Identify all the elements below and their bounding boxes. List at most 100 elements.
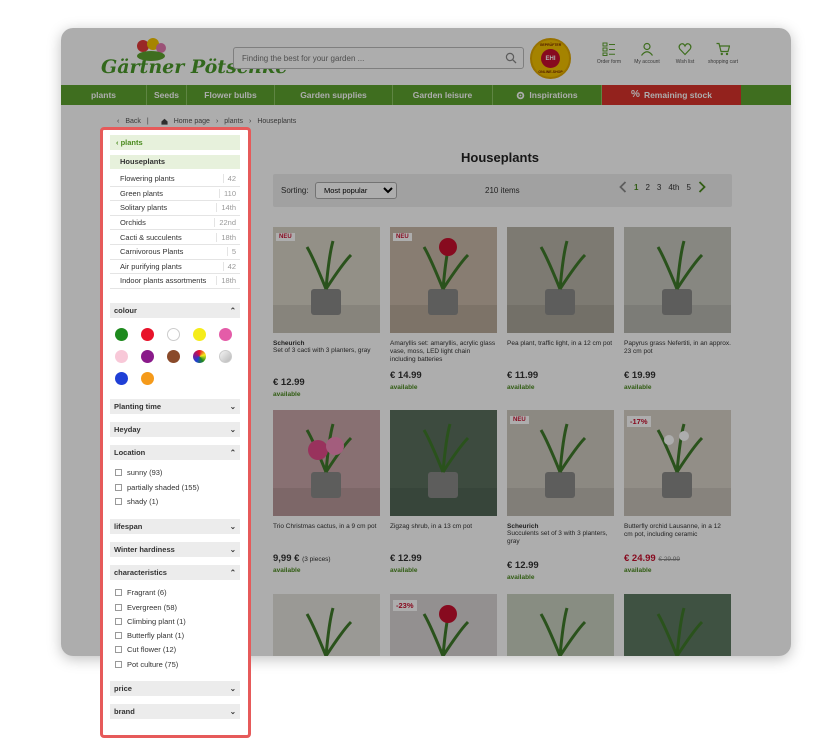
product-description[interactable]: Succulents set of 3 with 3 planters, gra… [507, 530, 614, 554]
product-card[interactable]: -17% Butterfly orchid Lausanne, in a 12 c… [624, 410, 731, 574]
filter-colour-header[interactable]: colour ⌃ [110, 302, 240, 318]
product-image[interactable] [507, 594, 614, 656]
category-item[interactable]: Cacti & succulents 18th [110, 230, 240, 245]
product-image[interactable]: NEU [390, 227, 497, 333]
category-parent-link[interactable]: ‹ plants [110, 135, 240, 150]
product-image[interactable] [273, 410, 380, 516]
checkbox[interactable] [115, 589, 122, 597]
nav-garden-supplies[interactable]: Garden supplies [275, 85, 393, 105]
filter-winter-hardiness-header[interactable]: Winter hardiness ⌄ [110, 541, 240, 557]
product-card[interactable] [624, 594, 731, 656]
product-description[interactable]: Zigzag shrub, in a 13 cm pot [390, 523, 497, 547]
nav-garden-leisure[interactable]: Garden leisure [393, 85, 493, 105]
filter-checkbox[interactable]: Pot culture (75) [110, 657, 240, 671]
colour-swatch[interactable] [193, 327, 206, 341]
colour-swatch[interactable] [141, 371, 154, 385]
product-image[interactable]: NEU [273, 227, 380, 333]
checkbox[interactable] [115, 632, 122, 640]
checkbox[interactable] [115, 469, 122, 477]
colour-swatch[interactable] [141, 349, 154, 363]
page-4[interactable]: 4th [668, 183, 679, 192]
wish-list-link[interactable]: Wish list [665, 42, 705, 65]
checkbox[interactable] [115, 603, 122, 611]
nav-plants[interactable]: plants [61, 85, 147, 105]
filter-lifespan-header[interactable]: lifespan ⌄ [110, 518, 240, 534]
category-item[interactable]: Indoor plants assortments 18th [110, 274, 240, 289]
nav-remaining-stock[interactable]: % Remaining stock [602, 85, 741, 105]
product-card[interactable]: NEU Scheurich Succulents set of 3 with 3 p… [507, 410, 614, 581]
home-link[interactable]: Home page [174, 118, 210, 125]
colour-swatch[interactable] [115, 327, 128, 341]
filter-checkbox[interactable]: shady (1) [110, 494, 240, 508]
category-selected[interactable]: Houseplants [110, 155, 240, 169]
filter-heyday-header[interactable]: Heyday ⌄ [110, 421, 240, 437]
colour-swatch[interactable] [115, 371, 128, 385]
checkbox[interactable] [115, 660, 122, 668]
category-item[interactable]: Flowering plants 42 [110, 172, 240, 187]
product-description[interactable]: Butterfly orchid Lausanne, in a 12 cm po… [624, 523, 731, 547]
filter-planting-time-header[interactable]: Planting time ⌄ [110, 398, 240, 414]
product-image[interactable] [624, 594, 731, 656]
filter-checkbox[interactable]: Butterfly plant (1) [110, 629, 240, 643]
page-2[interactable]: 2 [645, 183, 649, 192]
product-description[interactable]: Papyrus grass Nefertiti, in an approx. 2… [624, 340, 731, 364]
colour-swatch[interactable] [167, 327, 180, 341]
colour-swatch[interactable] [219, 349, 232, 363]
search-icon[interactable] [505, 52, 517, 64]
prev-page-icon[interactable] [619, 181, 627, 193]
plants-link[interactable]: plants [224, 118, 243, 125]
logo[interactable]: Gärtner Pötschke [101, 36, 287, 80]
category-item[interactable]: Orchids 22nd [110, 216, 240, 231]
nav-seeds[interactable]: Seeds [147, 85, 187, 105]
filter-checkbox[interactable]: sunny (93) [110, 466, 240, 480]
filter-brand-header[interactable]: brand ⌄ [110, 704, 240, 720]
product-description[interactable]: Pea plant, traffic light, in a 12 cm pot [507, 340, 614, 364]
product-image[interactable] [273, 594, 380, 656]
product-card[interactable]: NEU Amaryllis set: amaryllis, acrylic gla… [390, 227, 497, 391]
filter-checkbox[interactable]: Fragrant (6) [110, 586, 240, 600]
colour-swatch[interactable] [193, 349, 206, 363]
sort-select[interactable]: Most popular [315, 182, 397, 199]
colour-swatch[interactable] [115, 349, 128, 363]
shopping-cart-link[interactable]: shopping cart [703, 42, 743, 65]
filter-checkbox[interactable]: Evergreen (58) [110, 600, 240, 614]
nav-inspirations[interactable]: Inspirations [493, 85, 602, 105]
order-form-link[interactable]: Order form [589, 42, 629, 65]
product-description[interactable]: Set of 3 cacti with 3 planters, gray [273, 347, 380, 371]
product-card[interactable]: Papyrus grass Nefertiti, in an approx. 2… [624, 227, 731, 391]
product-card[interactable]: -23% [390, 594, 497, 656]
category-item[interactable]: Solitary plants 14th [110, 201, 240, 216]
product-card[interactable]: Pea plant, traffic light, in a 12 cm pot… [507, 227, 614, 391]
product-card[interactable]: Zigzag shrub, in a 13 cm pot € 12.99 avail… [390, 410, 497, 574]
product-image[interactable]: -23% [390, 594, 497, 656]
product-card[interactable]: NEU Scheurich Set of 3 cacti with 3 plante… [273, 227, 380, 398]
category-item[interactable]: Carnivorous Plants 5 [110, 245, 240, 260]
back-link[interactable]: Back [125, 118, 141, 125]
product-image[interactable] [624, 227, 731, 333]
filter-checkbox[interactable]: Climbing plant (1) [110, 614, 240, 628]
product-description[interactable]: Amaryllis set: amaryllis, acrylic glass … [390, 340, 497, 364]
colour-swatch[interactable] [219, 327, 232, 341]
filter-checkbox[interactable]: partially shaded (155) [110, 480, 240, 494]
next-page-icon[interactable] [698, 181, 706, 193]
page-5[interactable]: 5 [686, 183, 690, 192]
checkbox[interactable] [115, 617, 122, 625]
search-box[interactable] [233, 47, 524, 69]
search-input[interactable] [234, 48, 494, 68]
category-item[interactable]: Green plants 110 [110, 187, 240, 202]
checkbox[interactable] [115, 497, 122, 505]
product-image[interactable]: NEU [507, 410, 614, 516]
filter-checkbox[interactable]: Cut flower (12) [110, 643, 240, 657]
my-account-link[interactable]: My account [627, 42, 667, 65]
checkbox[interactable] [115, 646, 122, 654]
product-card[interactable]: Trio Christmas cactus, in a 9 cm pot 9,99… [273, 410, 380, 574]
page-3[interactable]: 3 [657, 183, 661, 192]
category-item[interactable]: Air purifying plants 42 [110, 260, 240, 275]
product-card[interactable] [273, 594, 380, 656]
colour-swatch[interactable] [141, 327, 154, 341]
filter-characteristics-header[interactable]: characteristics ⌃ [110, 564, 240, 580]
filter-price-header[interactable]: price ⌄ [110, 681, 240, 697]
colour-swatch[interactable] [167, 349, 180, 363]
product-description[interactable]: Trio Christmas cactus, in a 9 cm pot [273, 523, 380, 547]
nav-flower-bulbs[interactable]: Flower bulbs [187, 85, 275, 105]
